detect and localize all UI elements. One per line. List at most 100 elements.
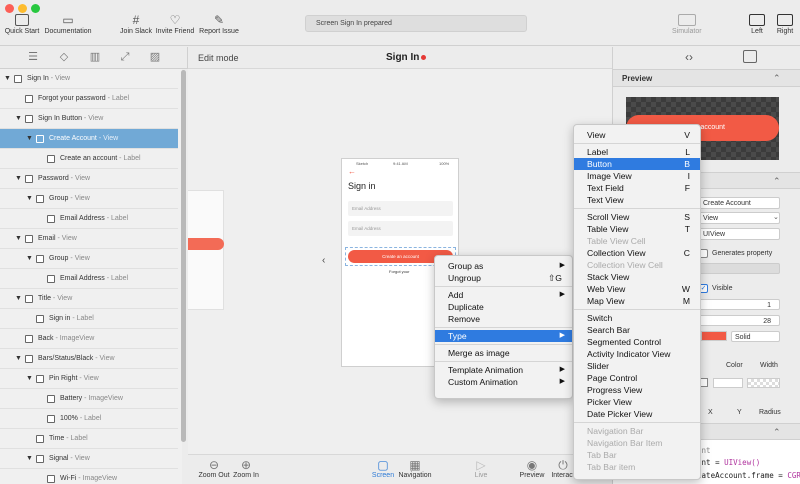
report-issue-button[interactable]: ✎ Report Issue: [198, 14, 240, 36]
disclosure-triangle-icon[interactable]: ▼: [26, 369, 33, 389]
type-menu-item-text-view[interactable]: Text View: [574, 194, 700, 206]
image-icon[interactable]: ▨: [147, 51, 163, 64]
quick-start-button[interactable]: Quick Start: [4, 14, 40, 35]
adjacent-screen-preview[interactable]: [188, 190, 224, 310]
type-menu-item-search-bar[interactable]: Search Bar: [574, 324, 700, 336]
disclosure-triangle-icon[interactable]: ▼: [15, 169, 22, 189]
zoom-window-button[interactable]: [31, 4, 40, 13]
documentation-button[interactable]: ▭ Documentation: [44, 14, 92, 36]
collapse-preview-icon[interactable]: ⌃: [773, 73, 781, 84]
zoom-out-button[interactable]: ⊖ Zoom Out: [197, 459, 231, 480]
invite-friend-button[interactable]: ♡ Invite Friend: [154, 14, 196, 36]
navigation-mode-button[interactable]: ▦ Navigation: [397, 459, 433, 480]
context-menu-item-merge-as-image[interactable]: Merge as image: [435, 347, 572, 359]
type-menu-item-image-view[interactable]: Image View I: [574, 170, 700, 182]
password-field[interactable]: Email Address: [348, 221, 453, 236]
left-panel-toggle[interactable]: Left: [746, 14, 768, 35]
shadow-color-swatch[interactable]: [713, 378, 743, 388]
empty-field[interactable]: [699, 263, 780, 274]
disclosure-triangle-icon[interactable]: ▼: [15, 109, 22, 129]
live-button[interactable]: ▷ Live: [470, 459, 492, 480]
layer-row-signal[interactable]: ▼ Signal - View: [0, 449, 178, 469]
list-icon[interactable]: ☰: [25, 51, 41, 64]
uiview-field[interactable]: UIView: [699, 228, 780, 240]
type-menu-item-segmented-control[interactable]: Segmented Control: [574, 336, 700, 348]
type-menu-item-label[interactable]: Label L: [574, 146, 700, 158]
disclosure-triangle-icon[interactable]: ▼: [26, 189, 33, 209]
disclosure-triangle-icon[interactable]: ▼: [26, 129, 33, 149]
context-menu-item-custom-animation[interactable]: Custom Animation ▶: [435, 376, 572, 388]
disclosure-triangle-icon[interactable]: ▼: [15, 289, 22, 309]
layer-row-sign-in[interactable]: Sign in - Label: [0, 309, 178, 329]
name-field[interactable]: Create Account: [699, 197, 780, 209]
type-menu-item-web-view[interactable]: Web View W: [574, 283, 700, 295]
context-menu-item-add[interactable]: Add ▶: [435, 289, 572, 301]
shadow-opacity-swatch[interactable]: [747, 378, 780, 388]
back-arrow-icon[interactable]: ←: [348, 167, 356, 176]
layer-row-back[interactable]: Back - ImageView: [0, 329, 178, 349]
flow-icon[interactable]: ⤢: [117, 51, 133, 64]
prev-screen-chevron-icon[interactable]: ‹: [322, 255, 325, 266]
screens-icon[interactable]: ▥: [87, 51, 103, 64]
type-menu-item-text-field[interactable]: Text Field F: [574, 182, 700, 194]
inspector-icon[interactable]: [743, 50, 757, 63]
border-style-select[interactable]: Solid: [731, 331, 780, 342]
type-menu-item-progress-view[interactable]: Progress View: [574, 384, 700, 396]
type-menu-item-activity-indicator-view[interactable]: Activity Indicator View: [574, 348, 700, 360]
join-slack-button[interactable]: # Join Slack: [118, 14, 154, 36]
simulator-button[interactable]: Simulator: [672, 14, 702, 35]
layers-icon[interactable]: ◇: [56, 51, 72, 64]
collapse-code-icon[interactable]: ⌃: [773, 427, 781, 438]
tree-scrollbar[interactable]: [181, 70, 186, 442]
layer-row-battery[interactable]: Battery - ImageView: [0, 389, 178, 409]
screen-mode-button[interactable]: ▢ Screen: [371, 459, 395, 480]
type-menu-item-date-picker-view[interactable]: Date Picker View: [574, 408, 700, 420]
type-menu-item-scroll-view[interactable]: Scroll View S: [574, 211, 700, 223]
layer-row-create-account[interactable]: ▼ Create Account - View: [0, 129, 178, 149]
context-menu-item-type[interactable]: Type ▶: [435, 330, 572, 342]
close-window-button[interactable]: [5, 4, 14, 13]
collapse-properties-icon[interactable]: ⌃: [773, 176, 781, 187]
disclosure-triangle-icon[interactable]: ▼: [15, 229, 22, 249]
layer-row-pin-right[interactable]: ▼ Pin Right - View: [0, 369, 178, 389]
disclosure-triangle-icon[interactable]: ▼: [4, 69, 11, 89]
type-menu-item-picker-view[interactable]: Picker View: [574, 396, 700, 408]
preview-button[interactable]: ◉ Preview: [518, 459, 546, 480]
type-menu-item-slider[interactable]: Slider: [574, 360, 700, 372]
layer-row-bars-status-black[interactable]: ▼ Bars/Status/Black - View: [0, 349, 178, 369]
layer-row-time[interactable]: Time - Label: [0, 429, 178, 449]
value-field-2[interactable]: 28: [699, 315, 780, 326]
type-menu-item-switch[interactable]: Switch: [574, 312, 700, 324]
layer-row-email-address[interactable]: Email Address - Label: [0, 209, 178, 229]
layer-row-wi-fi[interactable]: Wi-Fi - ImageView: [0, 469, 178, 484]
context-menu-item-template-animation[interactable]: Template Animation ▶: [435, 364, 572, 376]
zoom-in-button[interactable]: ⊕ Zoom In: [231, 459, 261, 480]
layer-row-sign-in-button[interactable]: ▼ Sign In Button - View: [0, 109, 178, 129]
layer-row-password[interactable]: ▼ Password - View: [0, 169, 178, 189]
type-menu-item-stack-view[interactable]: Stack View: [574, 271, 700, 283]
layer-row-create-an-account[interactable]: Create an account - Label: [0, 149, 178, 169]
forgot-password-link[interactable]: Forgot your: [389, 269, 409, 274]
disclosure-triangle-icon[interactable]: ▼: [15, 349, 22, 369]
value-field-1[interactable]: 1: [699, 299, 780, 310]
email-field[interactable]: Email Address: [348, 201, 453, 216]
type-menu-item-page-control[interactable]: Page Control: [574, 372, 700, 384]
disclosure-triangle-icon[interactable]: ▼: [26, 249, 33, 269]
layer-row-forgot-your-password[interactable]: Forgot your password - Label: [0, 89, 178, 109]
context-menu-item-duplicate[interactable]: Duplicate: [435, 301, 572, 313]
minimize-window-button[interactable]: [18, 4, 27, 13]
layer-row-group[interactable]: ▼ Group - View: [0, 249, 178, 269]
layer-row-title[interactable]: ▼ Title - View: [0, 289, 178, 309]
type-menu-item-button[interactable]: Button B: [574, 158, 700, 170]
code-icon[interactable]: ‹›: [685, 50, 693, 64]
context-menu-item-ungroup[interactable]: Ungroup ⇧G: [435, 272, 572, 284]
right-panel-toggle[interactable]: Right: [774, 14, 796, 35]
type-menu-item-collection-view[interactable]: Collection View C: [574, 247, 700, 259]
type-menu-item-view[interactable]: View V: [574, 129, 700, 141]
type-menu-item-map-view[interactable]: Map View M: [574, 295, 700, 307]
layer-row-group[interactable]: ▼ Group - View: [0, 189, 178, 209]
context-menu-item-remove[interactable]: Remove: [435, 313, 572, 325]
class-select[interactable]: View: [699, 212, 780, 224]
layer-row-100[interactable]: 100% - Label: [0, 409, 178, 429]
layer-row-email-address[interactable]: Email Address - Label: [0, 269, 178, 289]
